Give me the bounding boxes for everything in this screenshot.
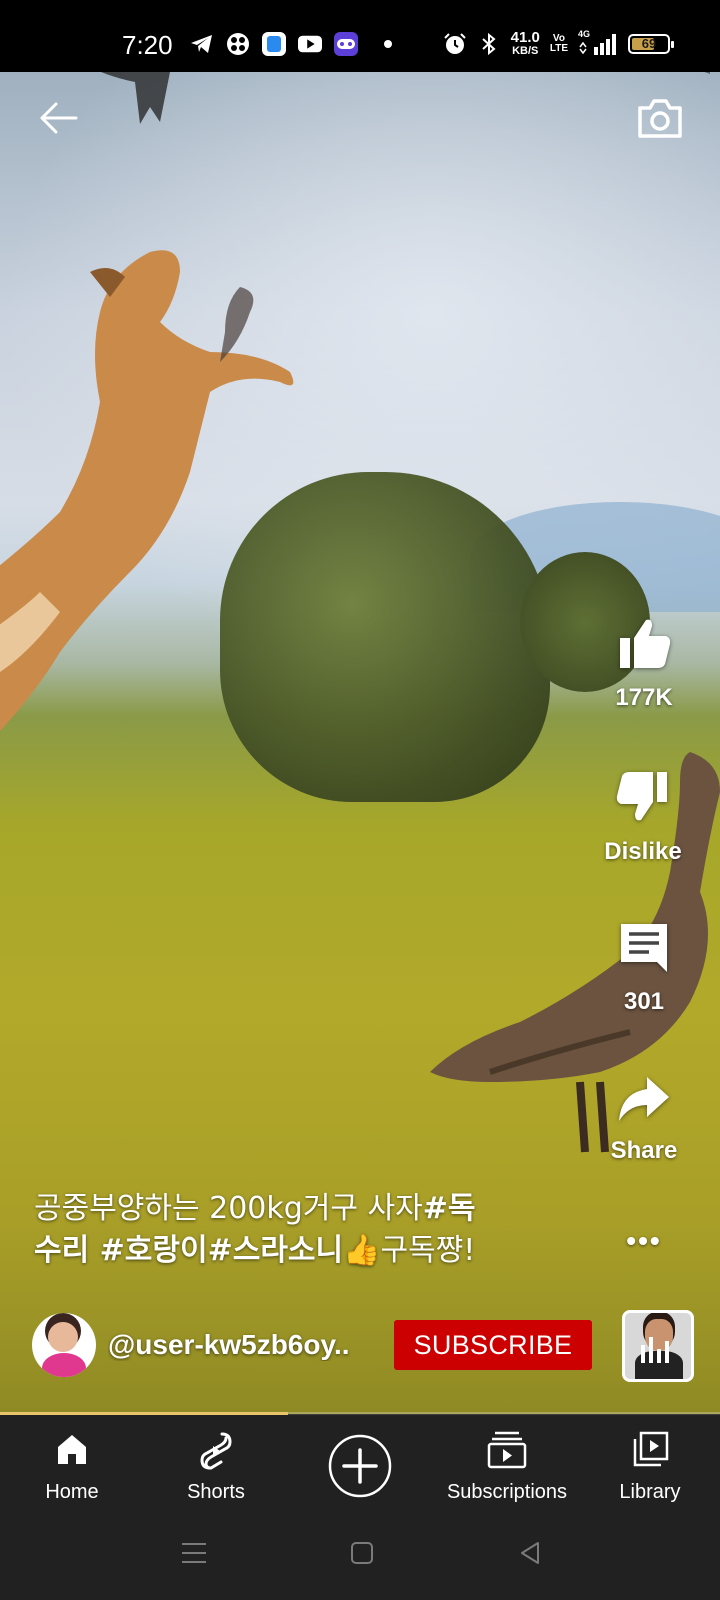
video-bird-top xyxy=(101,72,710,124)
channel-row: @user-kw5zb6oy.. xyxy=(32,1312,388,1378)
status-time: 7:20 xyxy=(122,30,173,60)
caption-text: 공중부양하는 200kg거구 사자 xyxy=(34,1191,423,1226)
status-notification-icons xyxy=(190,32,392,56)
nav-subscriptions[interactable]: Subscriptions xyxy=(432,1415,582,1517)
video-title[interactable]: 공중부양하는 200kg거구 사자#독 수리 #호랑이#스라소니👍구독쨩! xyxy=(34,1188,564,1272)
signal-icon: 4G xyxy=(578,29,618,55)
like-count: 177K xyxy=(615,684,673,711)
files-icon xyxy=(262,32,286,56)
caption-hashtag[interactable]: #독 xyxy=(423,1191,476,1226)
nav-home-label: Home xyxy=(45,1481,99,1503)
nav-library-label: Library xyxy=(619,1481,681,1503)
subscribe-button[interactable]: SUBSCRIBE xyxy=(394,1320,592,1370)
bluetooth-icon xyxy=(477,32,501,56)
network-speed: 41.0 KB/S xyxy=(510,29,540,57)
thumbs-down-icon xyxy=(616,772,667,821)
comment-count: 301 xyxy=(623,988,665,1015)
dislike-label: Dislike xyxy=(604,838,682,865)
system-navigation xyxy=(0,1517,720,1600)
bottom-navigation: Home Shorts Subscriptions Library xyxy=(0,1415,720,1517)
app-icon xyxy=(226,32,250,56)
channel-handle[interactable]: @user-kw5zb6oy.. xyxy=(108,1329,388,1361)
status-system-icons: 41.0 KB/S Vo LTE 4G 69 xyxy=(443,29,674,57)
plus-circle-icon xyxy=(328,1434,392,1498)
nav-shorts-label: Shorts xyxy=(187,1481,245,1503)
back-button[interactable] xyxy=(36,96,80,140)
telegram-icon xyxy=(190,32,214,56)
share-button[interactable]: Share xyxy=(604,1075,684,1165)
caption-hashtags[interactable]: 수리 #호랑이#스라소니 xyxy=(34,1233,343,1268)
back-triangle-icon[interactable] xyxy=(516,1539,544,1567)
nav-library[interactable]: Library xyxy=(600,1415,700,1517)
camera-button[interactable] xyxy=(636,96,684,140)
thumbs-up-emoji: 👍 xyxy=(343,1233,381,1268)
alarm-icon xyxy=(443,32,467,56)
camera-icon xyxy=(638,99,682,138)
home-icon xyxy=(58,1435,86,1464)
game-icon xyxy=(334,32,358,56)
home-square-icon[interactable] xyxy=(348,1539,376,1567)
nav-create-button[interactable] xyxy=(320,1415,400,1517)
arrow-left-icon xyxy=(40,102,78,134)
caption-text-end: 구독쨩! xyxy=(380,1233,476,1268)
sound-thumbnail[interactable] xyxy=(622,1310,694,1382)
comment-icon xyxy=(621,924,667,972)
dislike-button[interactable]: Dislike xyxy=(588,770,698,866)
channel-avatar[interactable] xyxy=(32,1313,96,1377)
like-button[interactable]: 177K xyxy=(604,616,684,712)
video-lion xyxy=(0,250,294,732)
nav-subscriptions-label: Subscriptions xyxy=(446,1481,568,1503)
nav-shorts[interactable]: Shorts xyxy=(166,1415,266,1517)
thumbs-up-icon xyxy=(620,619,671,668)
subscriptions-icon xyxy=(487,1431,527,1469)
share-icon xyxy=(619,1077,669,1121)
audio-bars-icon xyxy=(641,1337,669,1363)
more-options-button[interactable]: ••• xyxy=(604,1225,684,1257)
share-label: Share xyxy=(610,1137,678,1164)
status-bar: 7:20 41.0 KB/S Vo LTE 4G 69 xyxy=(0,0,720,72)
notification-dot xyxy=(384,40,392,48)
menu-icon[interactable] xyxy=(180,1539,208,1567)
youtube-icon xyxy=(298,32,322,56)
shorts-icon xyxy=(200,1432,232,1470)
volte-indicator: Vo LTE xyxy=(549,32,568,54)
comments-button[interactable]: 301 xyxy=(604,920,684,1016)
library-icon xyxy=(633,1431,669,1467)
more-icon: ••• xyxy=(626,1225,662,1256)
battery-icon: 69 xyxy=(628,33,674,54)
nav-home[interactable]: Home xyxy=(22,1415,122,1517)
